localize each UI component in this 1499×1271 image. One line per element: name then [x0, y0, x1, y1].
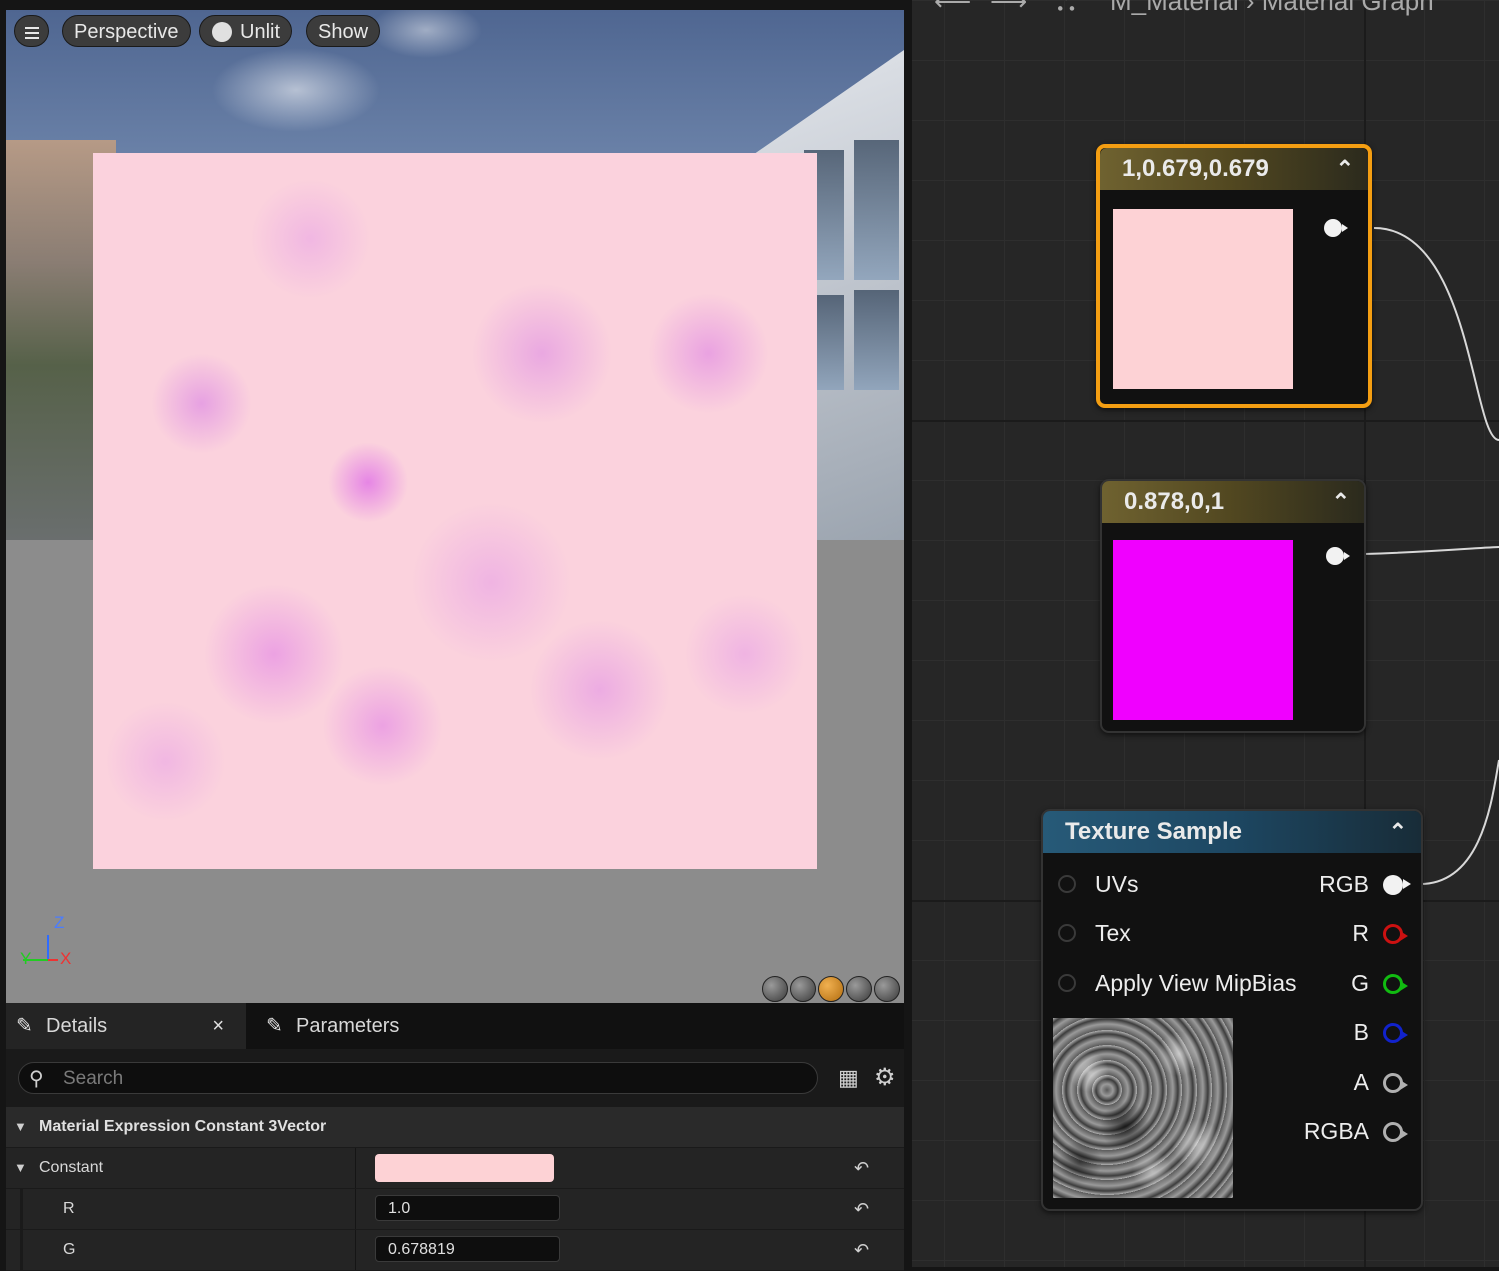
- pin-row-uvs: UVs RGB: [1043, 871, 1421, 901]
- details-tab-bar: ✎ Details × ✎ Parameters: [6, 1003, 904, 1049]
- output-label: R: [1352, 920, 1369, 946]
- property-row-g: G 0.678819 ↶: [6, 1230, 904, 1271]
- collapse-triangle-icon[interactable]: ▼: [14, 1148, 27, 1188]
- output-label: RGB: [1319, 871, 1369, 897]
- reset-to-default-icon[interactable]: ↶: [854, 1148, 869, 1188]
- table-view-icon[interactable]: ▦: [838, 1065, 859, 1091]
- chevron-up-icon[interactable]: ⌃: [1336, 148, 1354, 190]
- reset-to-default-icon[interactable]: ↶: [854, 1189, 869, 1229]
- output-pin-a[interactable]: [1383, 1073, 1408, 1093]
- pin-row-mipbias: Apply View MipBias G: [1043, 970, 1421, 1000]
- constant3vector-node-magenta[interactable]: 0.878,0,1 ⌃: [1100, 479, 1366, 733]
- input-label: Apply View MipBias: [1095, 970, 1297, 996]
- tab-parameters-label: Parameters: [296, 1015, 400, 1037]
- output-pin-b[interactable]: [1383, 1023, 1408, 1043]
- chevron-up-icon[interactable]: ⌃: [1332, 481, 1350, 523]
- node-title: 1,0.679,0.679: [1122, 155, 1269, 182]
- output-pin-rgba[interactable]: [1383, 1122, 1408, 1142]
- pencil-icon: ✎: [16, 1015, 33, 1037]
- cylinder-mesh-icon[interactable]: [762, 976, 788, 1002]
- hamburger-icon: [15, 16, 48, 39]
- perspective-button[interactable]: Perspective: [62, 15, 191, 47]
- input-label: Tex: [1095, 920, 1131, 946]
- input-pin-tex[interactable]: [1058, 924, 1076, 942]
- texture-preview-thumbnail: [1053, 1018, 1233, 1198]
- plane-mesh-icon[interactable]: [818, 976, 844, 1002]
- node-header[interactable]: Texture Sample ⌃: [1043, 811, 1421, 853]
- texture-sample-node[interactable]: Texture Sample ⌃ UVs RGB Tex R Apply Vie…: [1041, 809, 1423, 1211]
- output-label: B: [1353, 1019, 1369, 1045]
- axis-y-label: Y: [20, 949, 32, 968]
- tab-details[interactable]: ✎ Details ×: [6, 1003, 246, 1049]
- pencil-icon: ✎: [266, 1015, 283, 1037]
- column-divider: [355, 1189, 356, 1229]
- collapse-triangle-icon[interactable]: ▼: [14, 1107, 27, 1147]
- color-preview-swatch: [1113, 209, 1293, 389]
- axis-x-label: X: [60, 949, 72, 968]
- node-header[interactable]: 0.878,0,1 ⌃: [1102, 481, 1364, 523]
- property-row-r: R 1.0 ↶: [6, 1189, 904, 1230]
- search-box: ⚲: [18, 1062, 818, 1094]
- show-button[interactable]: Show: [306, 15, 381, 47]
- output-pin[interactable]: [1324, 219, 1348, 237]
- preview-plane-mesh: [93, 153, 817, 869]
- details-panel: ✎ Details × ✎ Parameters ⚲ ▦ ⚙ ▼ Material …: [6, 1003, 904, 1271]
- custom-mesh-icon[interactable]: [874, 976, 900, 1002]
- indent-guide: [20, 1189, 23, 1229]
- material-graph-canvas[interactable]: ⟵ ⟶ ⛬ M_Material › Material Graph 1,0.67…: [912, 0, 1499, 1267]
- view-mode-button[interactable]: Unlit: [199, 15, 293, 47]
- section-title: Material Expression Constant 3Vector: [39, 1118, 327, 1135]
- output-label: G: [1351, 970, 1369, 996]
- g-value-input[interactable]: 0.678819: [375, 1236, 560, 1262]
- axis-z-label: Z: [54, 913, 65, 932]
- close-icon[interactable]: ×: [212, 1003, 224, 1049]
- pin-row-tex: Tex R: [1043, 920, 1421, 950]
- search-input[interactable]: [61, 1066, 785, 1092]
- constant3vector-node-pink[interactable]: 1,0.679,0.679 ⌃: [1096, 144, 1372, 408]
- node-title: 0.878,0,1: [1124, 488, 1225, 515]
- reset-to-default-icon[interactable]: ↶: [854, 1230, 869, 1270]
- color-preview-swatch: [1113, 540, 1293, 720]
- property-label: R: [63, 1200, 75, 1217]
- details-search-row: ⚲ ▦ ⚙: [6, 1049, 904, 1107]
- sphere-mesh-icon[interactable]: [790, 976, 816, 1002]
- node-header[interactable]: 1,0.679,0.679 ⌃: [1100, 148, 1368, 190]
- search-icon: ⚲: [29, 1068, 44, 1090]
- unlit-sphere-icon: [212, 22, 232, 42]
- r-value-input[interactable]: 1.0: [375, 1195, 560, 1221]
- property-label: G: [63, 1241, 76, 1258]
- node-title: Texture Sample: [1065, 818, 1242, 845]
- output-label: RGBA: [1303, 1118, 1369, 1144]
- input-pin-uvs[interactable]: [1058, 875, 1076, 893]
- preview-mesh-selector: [762, 976, 900, 1002]
- indent-guide: [20, 1230, 23, 1270]
- output-pin-r[interactable]: [1383, 924, 1408, 944]
- output-pin[interactable]: [1326, 547, 1350, 565]
- viewport-menu-button[interactable]: [14, 15, 49, 47]
- gear-icon[interactable]: ⚙: [874, 1063, 896, 1092]
- output-pin-rgb[interactable]: [1383, 875, 1411, 895]
- chevron-up-icon[interactable]: ⌃: [1389, 811, 1407, 853]
- cube-mesh-icon[interactable]: [846, 976, 872, 1002]
- output-pin-g[interactable]: [1383, 974, 1408, 994]
- input-label: UVs: [1095, 871, 1139, 897]
- constant-color-swatch[interactable]: [375, 1154, 554, 1182]
- axis-gizmo: Z Y X: [18, 913, 78, 970]
- view-mode-label: Unlit: [240, 21, 281, 43]
- column-divider: [355, 1230, 356, 1270]
- section-material-expression[interactable]: ▼ Material Expression Constant 3Vector: [6, 1107, 904, 1148]
- tab-details-label: Details: [46, 1015, 108, 1037]
- input-pin-apply-view-mipbias[interactable]: [1058, 974, 1076, 992]
- material-preview-viewport[interactable]: Perspective Unlit Show Z Y X: [6, 10, 904, 1003]
- column-divider: [355, 1148, 356, 1188]
- property-label: Constant: [39, 1159, 104, 1176]
- property-row-constant: ▼ Constant ↶: [6, 1148, 904, 1189]
- output-label: A: [1353, 1069, 1369, 1095]
- tab-parameters[interactable]: ✎ Parameters: [256, 1003, 399, 1049]
